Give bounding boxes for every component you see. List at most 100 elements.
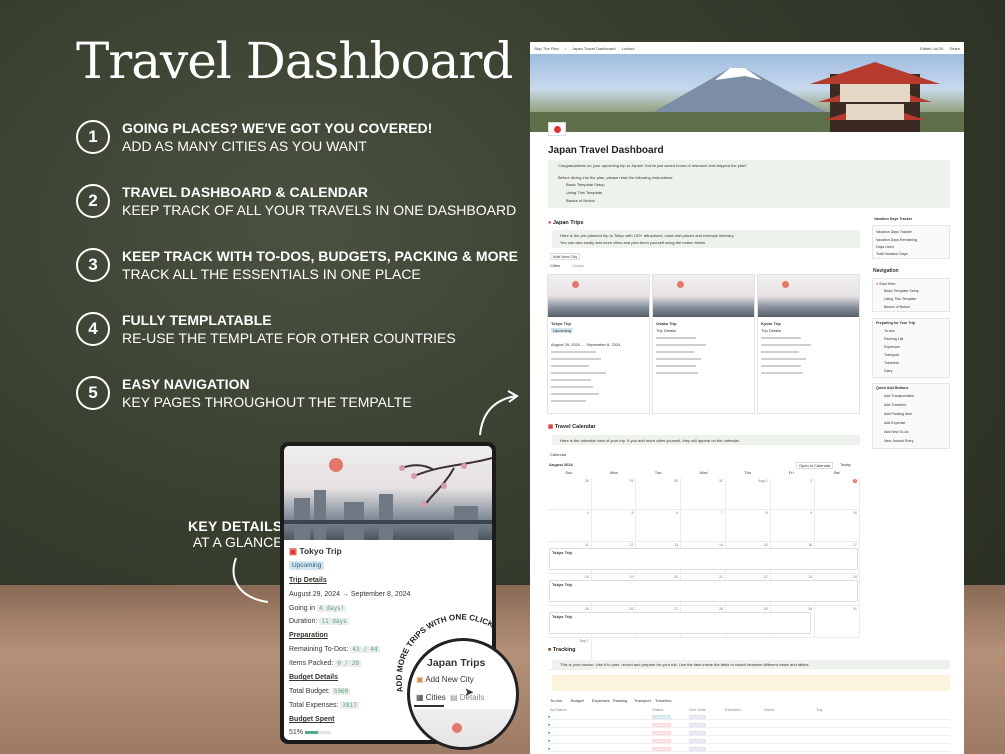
nav-expenses[interactable]: Expenses [884,345,900,349]
trip-card-tokyo[interactable]: Tokyo Trip Upcoming August 29, 2024 → Se… [547,274,650,414]
checkbox-icon[interactable]: ■ [548,747,550,751]
day-number: 20 [674,575,679,579]
table-header: Travelers [724,707,741,712]
calendar-day[interactable]: 2 [770,478,816,510]
day-number: 30 [808,607,813,611]
card-cover [548,275,649,317]
calendar-day[interactable]: 9 [770,510,816,542]
table-row[interactable]: ■ Learn basic phrases and etiquette Not st… [548,730,950,736]
new-journal-entry-button[interactable]: New Journal Entry [884,439,913,443]
calendar-day[interactable]: 31 [681,478,726,510]
table-row[interactable]: ■ Check vaccination requirements Not start… [548,738,950,744]
tablet-budget-heading: Budget Details [289,674,339,681]
share-button[interactable]: Share [949,46,960,51]
nav-using-this-template[interactable]: Using This Template [884,297,916,301]
tab-cities[interactable]: Cities [550,263,560,268]
link-basics-of-notion[interactable]: Basics of Notion [566,198,595,203]
nav-packing-list[interactable]: Packing List [884,337,903,341]
table-header: Trip [816,707,823,712]
nav-basics-of-notion[interactable]: Basics of Notion [884,305,910,309]
day-number: 22 [763,575,768,579]
calendar-view-tab[interactable]: Calendar [550,452,566,457]
trip-card-kyoto[interactable]: Kyoto Trip Trip Details [757,274,860,414]
calendar-day[interactable]: 28 [547,478,592,510]
calendar-day[interactable]: 5 [591,510,637,542]
row-name: Plan itinerary [554,715,575,719]
nav-travelers[interactable]: Travelers [884,361,899,365]
card-cover [653,275,754,317]
calendar-text: Here is the calendar view of your trip. … [560,438,740,443]
tablet-trip-details-heading: Trip Details [289,577,327,584]
day-number: 25 [584,607,589,611]
tracking-tab[interactable]: Expenses [592,698,610,703]
calendar-event-tokyo-trip[interactable]: Tokyo Trip [549,612,811,634]
trip-card-osaka[interactable]: Osaka Trip Trip Details [652,274,755,414]
card-dates: August 29, 2024 → September 8, 2024 [551,342,621,347]
checkbox-icon[interactable]: ■ [548,723,550,727]
tracking-tab[interactable]: Transport [634,698,651,703]
tablet-trip-title: ▣ Tokyo Trip [289,546,342,556]
add-packing-item-button[interactable]: Add Packing Item [884,412,912,416]
nav-start-here[interactable]: ● Start Here [876,282,896,286]
calendar-day[interactable]: 3 [815,478,860,510]
checkbox-icon[interactable]: ■ [548,715,550,719]
tracking-tab[interactable]: Packing [613,698,627,703]
day-number: 6 [676,511,679,515]
calendar-day[interactable]: 10 [815,510,860,542]
today-button[interactable]: Today [840,462,851,467]
calendar-event-tokyo-trip[interactable]: Tokyo Trip [549,548,858,570]
add-transportation-button[interactable]: Add Transportation [884,394,914,398]
calendar-day[interactable]: 4 [547,510,592,542]
magnifier-tab-cities[interactable]: ▦ Cities [416,693,446,702]
link-basic-template-setup[interactable]: Basic Template Setup [566,182,605,187]
nav-diary[interactable]: Diary [884,369,892,373]
row-trip: Tokyo Trip [816,723,832,727]
calendar-day[interactable]: 31 [815,606,860,638]
calendar-day[interactable]: 8 [725,510,771,542]
day-number: 24 [853,575,857,579]
nav-transport[interactable]: Transport [884,353,899,357]
tracking-tab[interactable]: Travelers [655,698,672,703]
add-new-todo-button[interactable]: Add New To-do [884,430,909,434]
calendar-day[interactable]: 6 [636,510,682,542]
nav-basic-template-setup[interactable]: Basic Template Setup [884,289,919,293]
tracking-tab[interactable]: Budget [571,698,584,703]
link-using-this-template[interactable]: Using This Template [566,190,602,195]
table-row[interactable]: ■ Buy travel insurance Not started Any Time… [548,746,950,752]
calendar-event-tokyo-trip[interactable]: Tokyo Trip [549,580,858,602]
row-person: Person Name 1 [724,715,749,719]
tablet-going-in: Going in 4 days! [289,605,347,612]
calendar-day[interactable]: 30 [636,478,682,510]
status-pill: Not started [652,747,671,751]
table-row[interactable]: ■ Plan itinerary In progress Any Time Person… [548,714,950,720]
trips-text: Here is the pre-planned trip to Tokyo wi… [560,233,735,238]
breadcrumb-root[interactable]: Skip The Plan [534,46,559,51]
day-number: 28 [584,479,589,483]
tracking-heading: ■ Tracking [548,647,576,653]
magnifier-add-city-button[interactable]: ▣ Add New City [416,675,474,684]
table-row[interactable]: ■ Browse Reddit, TikTok and Instagram Not … [548,722,950,728]
open-in-calendar-button[interactable]: Open in Calendar [796,462,834,469]
magnifier-tab-details[interactable]: ▤ Details [450,693,484,702]
add-expense-button[interactable]: Add Expense [884,421,905,425]
row-trip: Tokyo Trip [816,747,832,751]
day-number: 5 [631,511,634,515]
nav-todos[interactable]: To-dos [884,329,895,333]
tab-details[interactable]: Details [572,263,584,268]
breadcrumb-page[interactable]: Japan Travel Dashboard [572,46,616,51]
magnifier-zoom: Japan Trips ▣ Add New City ➤ ▦ Cities ▤ … [407,638,519,750]
calendar-day[interactable]: 7 [681,510,726,542]
day-number: 29 [629,479,634,483]
checkbox-icon[interactable]: ■ [548,731,550,735]
table-header: Status [652,707,664,712]
card-dates: Trip Details [761,328,782,333]
checkbox-icon[interactable]: ■ [548,739,550,743]
day-number: 23 [808,575,813,579]
add-new-city-button[interactable]: Add New City [550,253,581,260]
add-travelers-button[interactable]: Add Travelers [884,403,906,407]
calendar-day[interactable]: Aug 1 [725,478,771,510]
calendar-day[interactable]: 29 [591,478,637,510]
vacation-used: Days Used [876,245,894,249]
tracking-note [552,675,950,691]
tracking-tab[interactable]: To-dos [550,698,562,703]
